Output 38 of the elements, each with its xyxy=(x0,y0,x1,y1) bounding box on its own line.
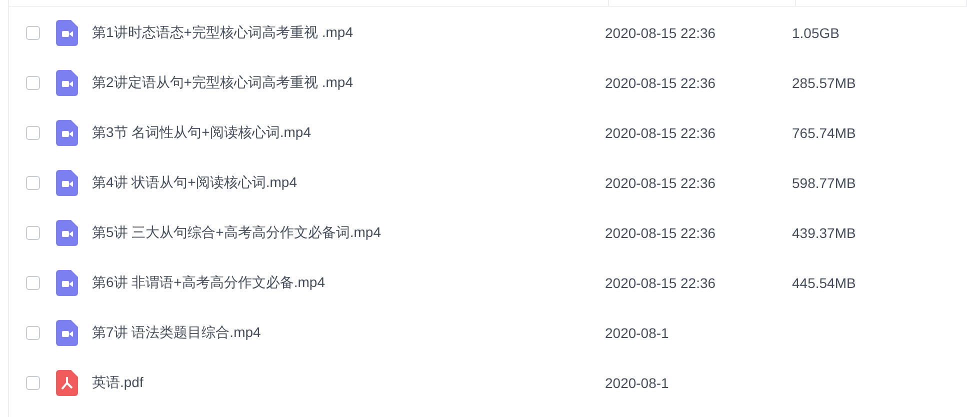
file-name[interactable]: 第5讲 三大从句综合+高考高分作文必备词.mp4 xyxy=(92,224,605,242)
video-file-icon xyxy=(56,320,78,346)
file-name[interactable]: 第7讲 语法类题目综合.mp4 xyxy=(92,324,605,342)
file-name[interactable]: 第2讲定语从句+完型核心词高考重视 .mp4 xyxy=(92,74,605,92)
checkbox[interactable] xyxy=(26,276,40,290)
checkbox[interactable] xyxy=(26,376,40,390)
video-file-icon xyxy=(56,270,78,296)
file-size: 598.77MB xyxy=(792,175,856,191)
modified-date: 2020-08-15 22:36 xyxy=(605,225,717,241)
modified-date: 2020-08-15 22:36 xyxy=(605,25,717,41)
modified-date: 2020-08-1 xyxy=(605,325,670,341)
modified-date: 2020-08-1 xyxy=(605,375,670,391)
modified-date: 2020-08-15 22:36 xyxy=(605,125,717,141)
checkbox[interactable] xyxy=(26,76,40,90)
video-file-icon xyxy=(56,170,78,196)
modified-date: 2020-08-15 22:36 xyxy=(605,275,717,291)
modified-date: 2020-08-15 22:36 xyxy=(605,75,717,91)
file-size: 439.37MB xyxy=(792,225,856,241)
file-name[interactable]: 第1讲时态语态+完型核心词高考重视 .mp4 xyxy=(92,24,605,42)
checkbox[interactable] xyxy=(26,326,40,340)
file-size: 1.05GB xyxy=(792,25,840,41)
file-name[interactable]: 第4讲 状语从句+阅读核心词.mp4 xyxy=(92,174,605,192)
video-file-icon xyxy=(56,20,78,46)
modified-date: 2020-08-15 22:36 xyxy=(605,175,717,191)
video-file-icon xyxy=(56,220,78,246)
file-size: 285.57MB xyxy=(792,75,856,91)
checkbox[interactable] xyxy=(26,26,40,40)
checkbox[interactable] xyxy=(26,126,40,140)
checkbox[interactable] xyxy=(26,176,40,190)
file-name[interactable]: 第6讲 非谓语+高考高分作文必备.mp4 xyxy=(92,274,605,292)
file-size: 765.74MB xyxy=(792,125,856,141)
file-name[interactable]: 第3节 名词性从句+阅读核心词.mp4 xyxy=(92,124,605,142)
video-file-icon xyxy=(56,120,78,146)
checkbox[interactable] xyxy=(26,226,40,240)
file-size: 445.54MB xyxy=(792,275,856,291)
file-name[interactable]: 英语.pdf xyxy=(92,374,605,392)
video-file-icon xyxy=(56,70,78,96)
pdf-file-icon xyxy=(56,370,78,396)
